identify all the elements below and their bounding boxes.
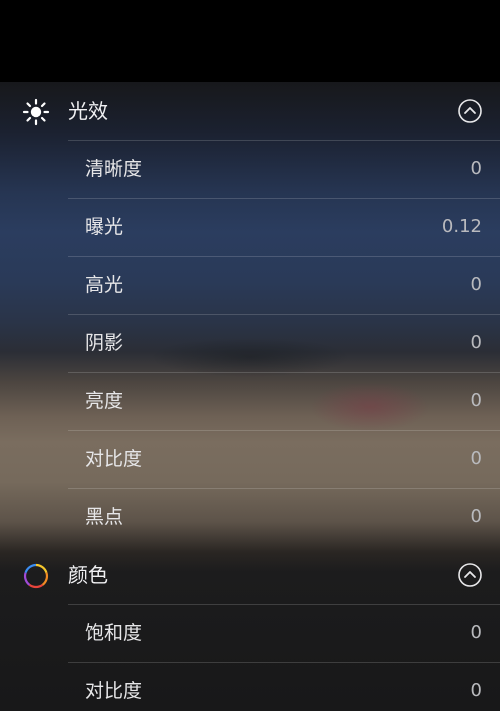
adjustment-row-clarity[interactable]: 清晰度 0	[0, 140, 500, 198]
adjustment-label: 对比度	[85, 448, 143, 470]
adjustment-label: 亮度	[85, 390, 124, 412]
adjustments-panel: 光效 清晰度 0 曝光 0.12 高光 0 阴影 0 亮度 0 对比度 0 黑点…	[0, 82, 500, 711]
adjustment-value: 0	[470, 332, 482, 353]
section-header-color[interactable]: 颜色	[0, 546, 500, 604]
adjustment-label: 饱和度	[85, 622, 143, 644]
adjustment-row-color-contrast[interactable]: 对比度 0	[0, 662, 500, 711]
top-bar	[0, 0, 500, 82]
adjustment-label: 曝光	[85, 216, 124, 238]
adjustment-value: 0	[470, 680, 482, 701]
divider	[68, 198, 500, 199]
section-title: 光效	[68, 99, 108, 123]
color-wheel-icon	[23, 563, 49, 589]
adjustment-label: 对比度	[85, 680, 143, 702]
divider	[68, 256, 500, 257]
section-header-light[interactable]: 光效	[0, 82, 500, 140]
divider	[68, 314, 500, 315]
divider	[68, 488, 500, 489]
adjustment-label: 黑点	[85, 506, 124, 528]
adjustment-row-black-point[interactable]: 黑点 0	[0, 488, 500, 546]
adjustment-value: 0	[470, 390, 482, 411]
adjustment-value: 0	[470, 274, 482, 295]
adjustment-value: 0	[470, 158, 482, 179]
adjustment-label: 阴影	[85, 332, 124, 354]
adjustment-row-exposure[interactable]: 曝光 0.12	[0, 198, 500, 256]
adjustment-label: 清晰度	[85, 158, 143, 180]
adjustment-row-saturation[interactable]: 饱和度 0	[0, 604, 500, 662]
adjustment-value: 0	[470, 448, 482, 469]
chevron-up-icon[interactable]	[458, 99, 482, 123]
adjustment-row-brightness[interactable]: 亮度 0	[0, 372, 500, 430]
adjustment-label: 高光	[85, 274, 124, 296]
chevron-up-icon[interactable]	[458, 563, 482, 587]
adjustment-value: 0	[470, 622, 482, 643]
divider	[68, 372, 500, 373]
adjustment-value: 0.12	[441, 216, 482, 237]
adjustment-row-highlights[interactable]: 高光 0	[0, 256, 500, 314]
adjustment-value: 0	[470, 506, 482, 527]
sun-icon	[22, 98, 50, 126]
adjustment-row-contrast[interactable]: 对比度 0	[0, 430, 500, 488]
section-title: 颜色	[68, 563, 108, 587]
adjustment-row-shadows[interactable]: 阴影 0	[0, 314, 500, 372]
